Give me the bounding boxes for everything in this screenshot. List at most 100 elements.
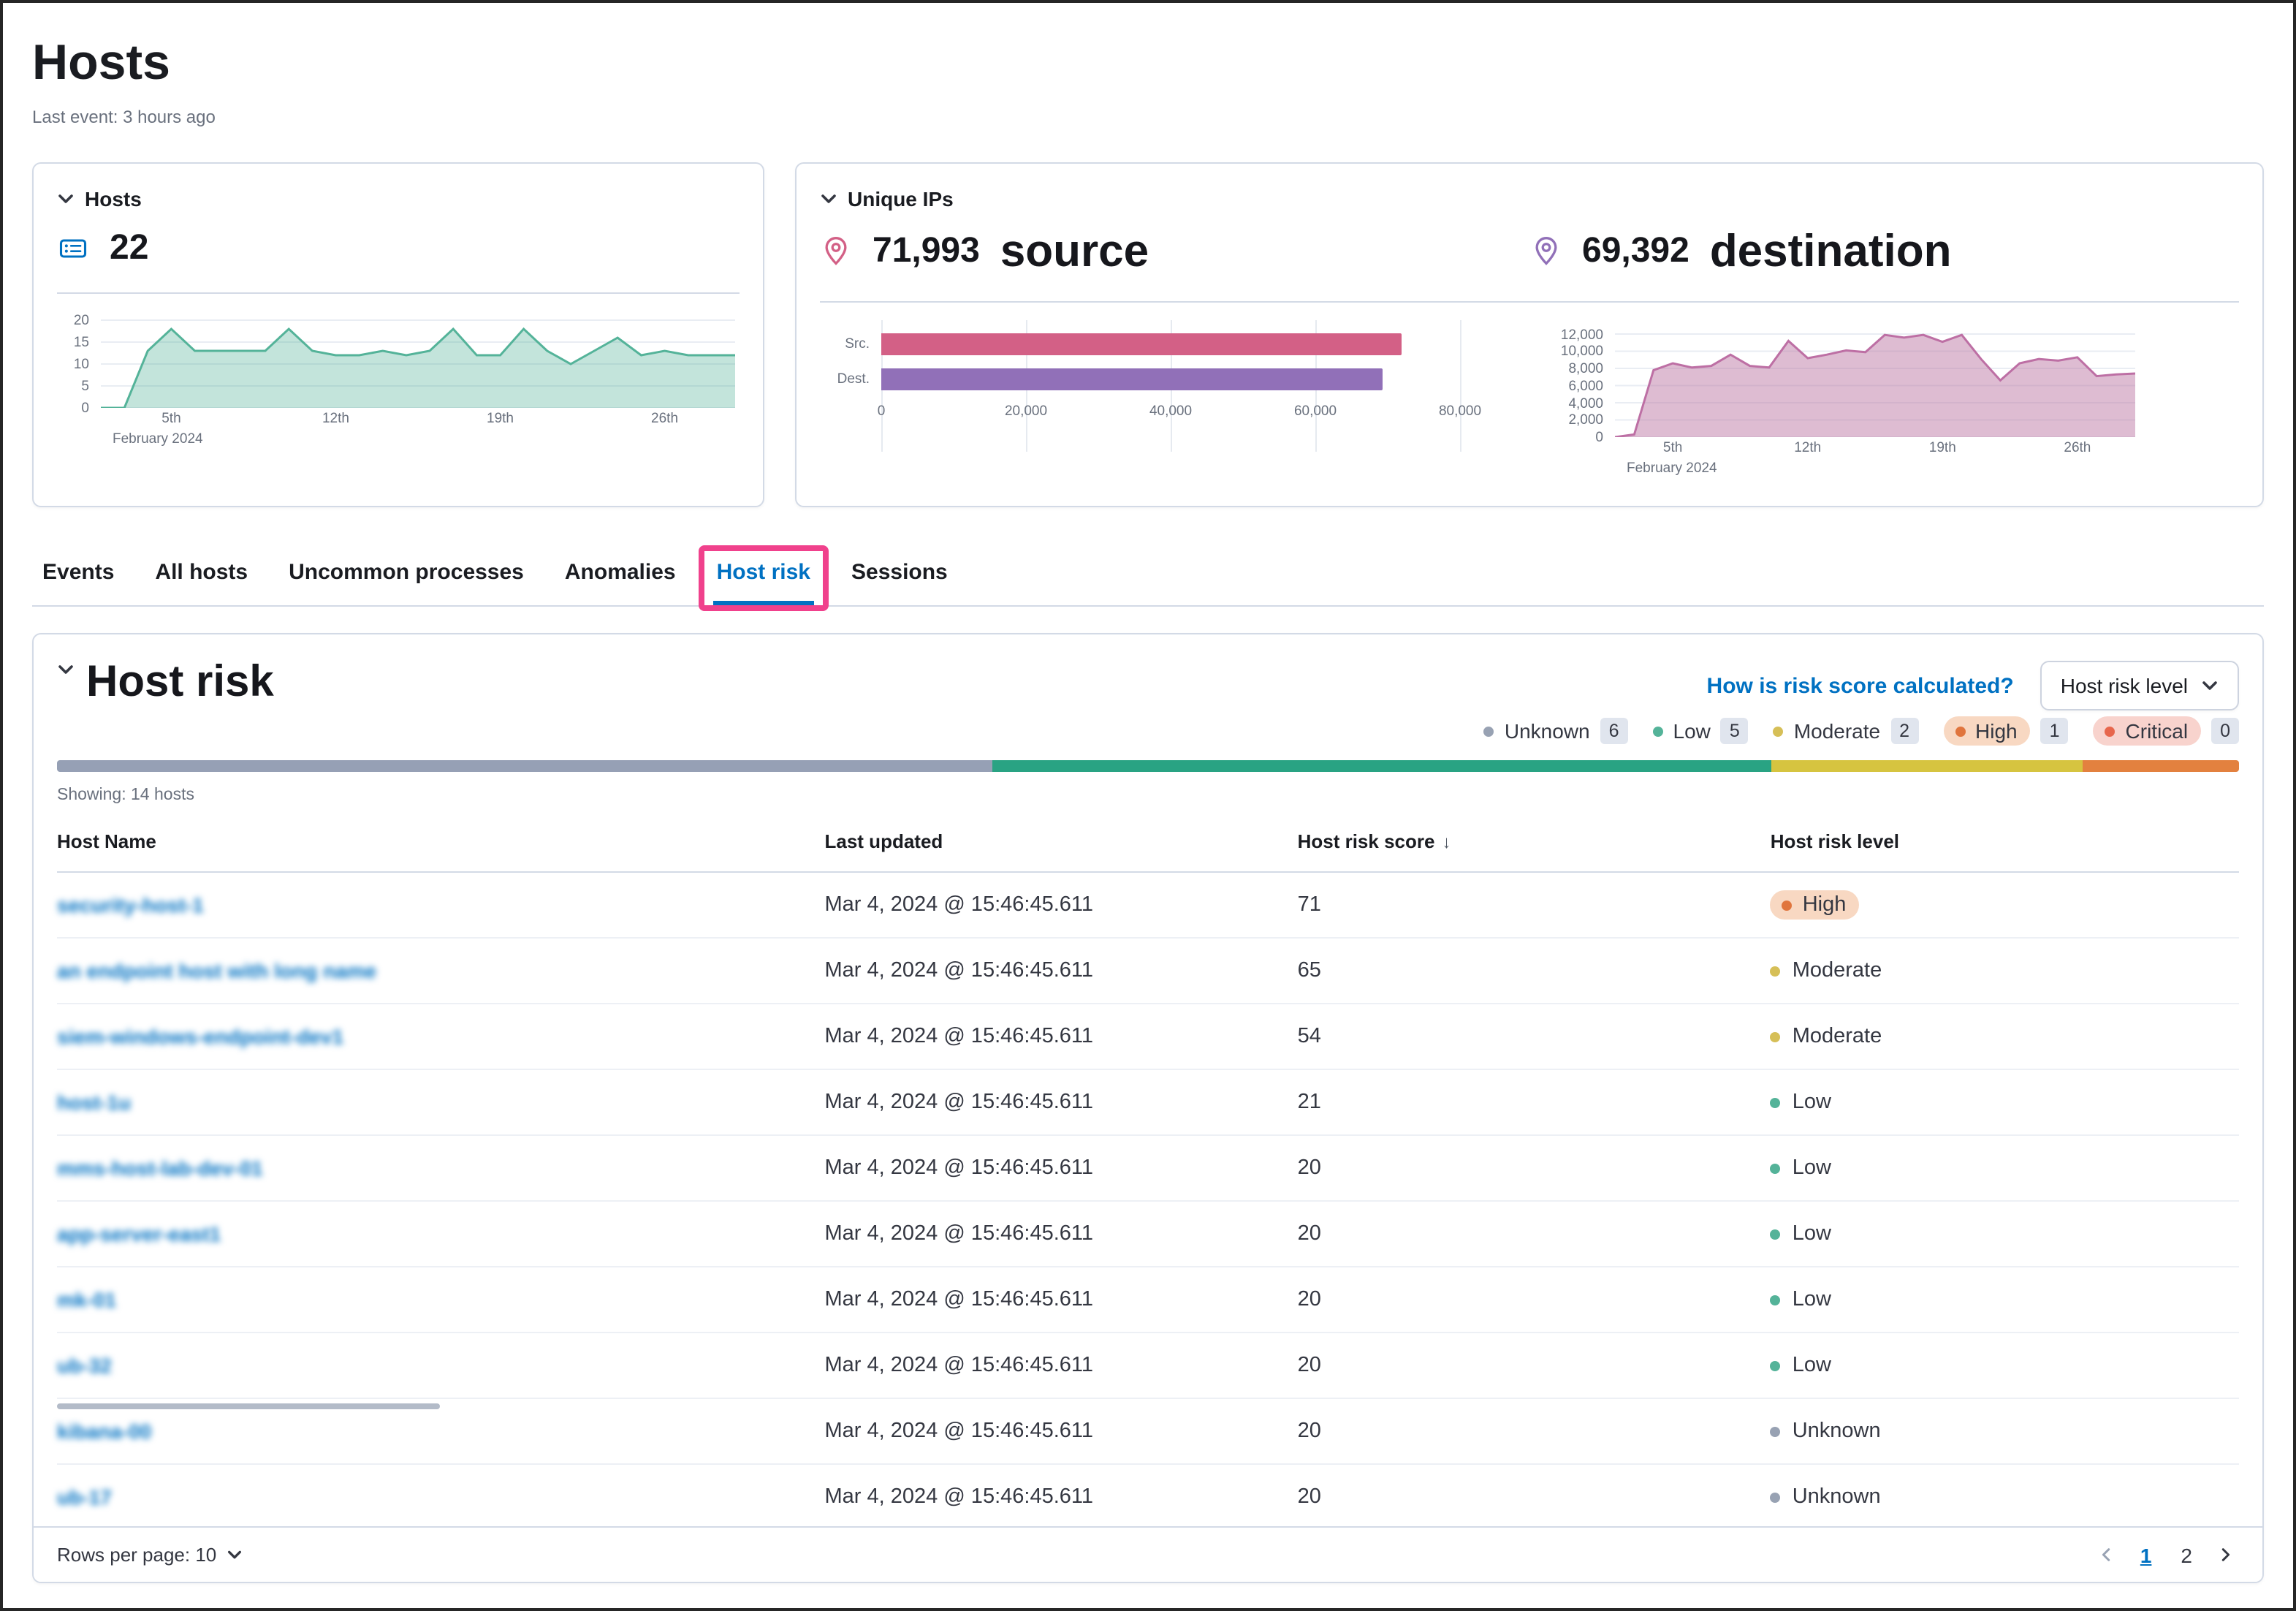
risk-level-cell: Low [1771,1069,2239,1135]
host-name-link[interactable]: ub-32 [57,1353,112,1376]
risk-pill-critical: Critical [2094,716,2202,746]
host-name-link[interactable]: mk-01 [57,1287,116,1311]
host-risk-collapse-button[interactable] [57,661,75,678]
y-tick-label: 10 [74,357,89,373]
chevron-down-icon [227,1547,243,1563]
bar-track [881,333,1460,355]
storage-icon [57,232,89,265]
tab-events[interactable]: Events [39,548,117,605]
risk-score-cell: 20 [1298,1267,1771,1333]
host-row: an endpoint host with long nameMar 4, 20… [57,938,2239,1004]
tab-all-hosts[interactable]: All hosts [152,548,251,605]
legend-label: Moderate [1794,719,1880,743]
rows-per-page-label: Rows per page: 10 [57,1544,216,1566]
x-tick-label: 40,000 [1149,403,1192,420]
risk-score-cell: 54 [1298,1004,1771,1069]
unique-ips-panel-title: Unique IPs [848,187,954,211]
host-name-link[interactable]: mms-host-lab-dev-01 [57,1156,263,1179]
last-updated-cell: Mar 4, 2024 @ 15:46:45.611 [825,1135,1298,1201]
risk-score-cell: 20 [1298,1135,1771,1201]
risk-dot [1484,726,1494,736]
risk-level-cell: High [1771,872,2239,938]
risk-level-value: Moderate [1771,959,2227,982]
x-axis: 5th12th19th26th [1615,440,2135,459]
host-name-link[interactable]: an endpoint host with long name [57,958,376,982]
tab-sessions[interactable]: Sessions [848,548,951,605]
pagination-previous-button[interactable] [2094,1544,2121,1566]
unique-ips-bar-chart: Src.Dest. 020,00040,00060,00080,000 [820,320,1460,477]
pagination-page-1[interactable]: 1 [2130,1540,2162,1569]
bar-dest [881,368,1383,390]
column-header-host-risk-level: Host risk level [1771,810,2239,872]
hosts-tab-bar: Events All hosts Uncommon processes Anomali… [32,548,2264,607]
host-row: security-host-1Mar 4, 2024 @ 15:46:45.61… [57,872,2239,938]
risk-score-help-link[interactable]: How is risk score calculated? [1707,673,2014,698]
host-name-link[interactable]: host-1u [57,1090,131,1113]
bar-category-labels: Src.Dest. [820,320,881,477]
legend-label: Low [1673,719,1711,743]
pagination: 12 [2094,1540,2239,1569]
risk-level-value: Low [1771,1156,2227,1180]
unique-ips-panel-collapse-button[interactable] [820,190,837,208]
risk-score-cell: 20 [1298,1398,1771,1464]
distribution-segment-high [2083,760,2239,772]
risk-level-label: High [1803,893,1847,917]
host-risk-panel: Host risk How is risk score calculated? … [32,633,2264,1583]
y-tick-label: 5 [81,379,89,395]
risk-score-cell: 21 [1298,1069,1771,1135]
host-name-cell: host-1u [57,1069,825,1135]
risk-level-cell: Moderate [1771,938,2239,1004]
risk-score-cell: 65 [1298,938,1771,1004]
host-risk-level-filter-button[interactable]: Host risk level [2040,661,2239,710]
legend-count-badge: 1 [2041,718,2069,744]
x-tick-label: 26th [2064,440,2091,456]
risk-level-value: Moderate [1771,1025,2227,1048]
bar-track [881,368,1460,390]
risk-dot [1771,1426,1781,1436]
risk-level-value: Low [1771,1222,2227,1246]
column-header-host-risk-score[interactable]: Host risk score↓ [1298,810,1771,872]
host-name-link[interactable]: security-host-1 [57,892,204,916]
risk-level-label: Unknown [1793,1485,1881,1509]
risk-dot [2105,726,2116,736]
pagination-next-button[interactable] [2211,1544,2239,1566]
risk-dot [1771,1360,1781,1371]
risk-dot [1653,726,1663,736]
showing-count: Showing: 14 hosts [57,786,2239,804]
tab-label: Host risk [717,560,810,585]
x-tick-label: 0 [878,403,886,420]
risk-score-cell: 20 [1298,1464,1771,1530]
risk-level-value: Low [1771,1091,2227,1114]
x-tick-label: 5th [1663,440,1682,456]
y-axis: 02,0004,0006,0008,00010,00012,000 [1542,329,1615,437]
hosts-panel-collapse-button[interactable] [57,190,75,208]
pagination-page-2[interactable]: 2 [2170,1540,2202,1569]
host-row: mk-01Mar 4, 2024 @ 15:46:45.61120Low [57,1267,2239,1333]
host-name-link[interactable]: siem-windows-endpoint-dev1 [57,1024,343,1047]
legend-item-critical: Critical0 [2094,716,2239,746]
host-name-link[interactable]: ub-17 [57,1485,112,1508]
y-axis: 05101520 [57,311,101,408]
host-risk-table: Host NameLast updatedHost risk score↓Hos… [57,810,2239,1531]
kpi-row: Hosts 22 05101520 5th12th19th26th Februa… [32,162,2264,507]
legend-item-low: Low5 [1653,718,1749,744]
hosts-area-plot [101,311,735,408]
risk-legend: Unknown6Low5Moderate2High1Critical0 [57,713,2239,748]
horizontal-scrollbar[interactable] [57,1403,440,1409]
host-name-link[interactable]: app-server-east1 [57,1221,221,1245]
rows-per-page-button[interactable]: Rows per page: 10 [57,1544,243,1566]
legend-item-unknown: Unknown6 [1484,718,1628,744]
page-header: Hosts Last event: 3 hours ago [3,3,2293,127]
legend-label: Unknown [1505,719,1590,743]
host-name-link[interactable]: kibana-00 [57,1419,151,1442]
tab-host-risk[interactable]: Host risk [714,548,813,605]
tab-anomalies[interactable]: Anomalies [562,548,679,605]
last-updated-cell: Mar 4, 2024 @ 15:46:45.611 [825,1201,1298,1267]
risk-level-label: Moderate [1793,1025,1882,1048]
y-tick-label: 15 [74,335,89,351]
last-event-caption: Last event: 3 hours ago [32,107,2264,127]
chevron-down-icon [2201,677,2219,694]
risk-level-cell: Low [1771,1267,2239,1333]
source-ip-count: 71,993 [873,231,980,272]
tab-uncommon-processes[interactable]: Uncommon processes [286,548,527,605]
